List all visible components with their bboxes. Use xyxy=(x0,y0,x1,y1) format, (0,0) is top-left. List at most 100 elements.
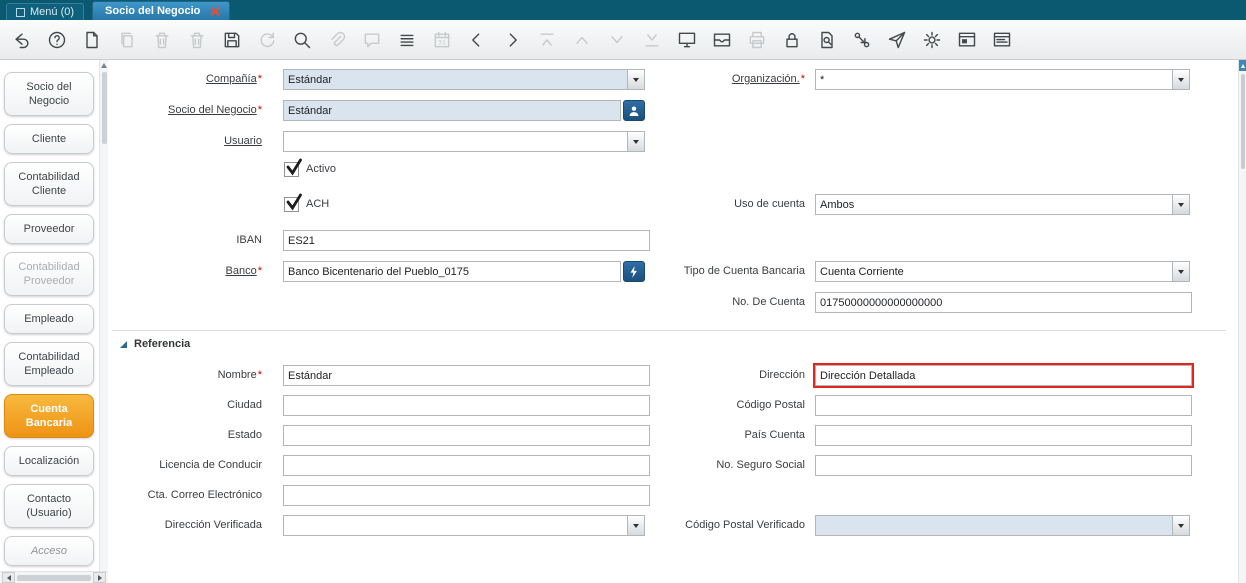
socio-del-negocio-input[interactable] xyxy=(283,100,621,121)
sidebar-tab-localizacion[interactable]: Localización xyxy=(4,446,94,476)
toolbar-workflow-button[interactable] xyxy=(850,28,874,52)
sidebar-tab-proveedor[interactable]: Proveedor xyxy=(4,214,94,244)
uso-de-cuenta-input[interactable] xyxy=(816,195,1172,214)
toolbar-private-lock-button[interactable] xyxy=(780,28,804,52)
socio-del-negocio-label[interactable]: Socio del Negocio* xyxy=(108,100,262,121)
sidebar-tab-contacto-usuario[interactable]: Contacto (Usuario) xyxy=(4,484,94,528)
referencia-section-header[interactable]: Referencia xyxy=(120,337,190,351)
sidebar-tab-contabilidad-cliente[interactable]: Contabilidad Cliente xyxy=(4,162,94,206)
toolbar-archive-button[interactable] xyxy=(710,28,734,52)
usuario-input[interactable] xyxy=(284,132,627,151)
toolbar-zoom-across-button[interactable] xyxy=(815,28,839,52)
toolbar-preferences-button[interactable] xyxy=(920,28,944,52)
sidebar-tab-label: Contabilidad Cliente xyxy=(18,171,79,197)
codigo-postal-verificado-combobox[interactable] xyxy=(815,515,1190,536)
toolbar-delete-selection-button[interactable] xyxy=(185,28,209,52)
toolbar-print-button[interactable] xyxy=(745,28,769,52)
chevron-down-icon[interactable] xyxy=(1172,516,1189,535)
window-scrollbar[interactable] xyxy=(1238,60,1246,583)
close-icon[interactable] xyxy=(209,6,220,17)
toolbar-quick-form-button[interactable] xyxy=(955,28,979,52)
help-icon xyxy=(47,30,67,50)
tipo-de-cuenta-bancaria-input[interactable] xyxy=(816,262,1172,281)
iban-input[interactable] xyxy=(283,230,650,251)
trash-icon xyxy=(152,30,172,50)
toolbar-new-record-button[interactable] xyxy=(80,28,104,52)
gear-icon xyxy=(922,30,942,50)
usuario-label[interactable]: Usuario xyxy=(108,131,262,152)
organizacion-label[interactable]: Organización.* xyxy=(555,69,805,90)
scroll-left-button[interactable] xyxy=(2,572,15,583)
uso-de-cuenta-combobox[interactable] xyxy=(815,194,1190,215)
refresh-icon xyxy=(257,30,277,50)
scrollbar-thumb[interactable] xyxy=(102,72,107,144)
required-mark: * xyxy=(801,73,805,85)
scrollbar-thumb[interactable] xyxy=(17,575,91,581)
scroll-up-button[interactable] xyxy=(1239,60,1246,71)
toolbar-report-button[interactable] xyxy=(675,28,699,52)
scroll-up-icon[interactable] xyxy=(101,63,107,68)
toolbar-previous-record-button[interactable] xyxy=(465,28,489,52)
compania-label[interactable]: Compañía* xyxy=(108,69,262,90)
sidebar-tab-cuenta-bancaria[interactable]: Cuenta Bancaria xyxy=(4,394,94,438)
toolbar-grid-toggle-button[interactable] xyxy=(395,28,419,52)
required-mark: * xyxy=(258,369,262,381)
banco-label[interactable]: Banco* xyxy=(108,261,262,282)
toolbar-first-record-button[interactable] xyxy=(535,28,559,52)
organizacion-input[interactable] xyxy=(816,70,1172,89)
toolbar-save-button[interactable] xyxy=(220,28,244,52)
toolbar-attachment-button[interactable] xyxy=(325,28,349,52)
lock-icon xyxy=(782,30,802,50)
toolbar-check-requests-button[interactable] xyxy=(885,28,909,52)
direccion-input[interactable] xyxy=(815,365,1192,386)
chevron-down-icon[interactable] xyxy=(1172,262,1189,281)
codigo-postal-verificado-input[interactable] xyxy=(816,516,1172,535)
pais-cuenta-field xyxy=(815,425,1192,446)
scrollbar-thumb[interactable] xyxy=(1241,74,1245,169)
usuario-combobox[interactable] xyxy=(283,131,645,152)
toolbar-calendar-button[interactable] xyxy=(430,28,454,52)
chevron-down-icon[interactable] xyxy=(627,132,644,151)
sidebar-tab-acceso[interactable]: Acceso xyxy=(4,536,94,566)
chevron-down-icon[interactable] xyxy=(1172,70,1189,89)
activo-checkbox[interactable] xyxy=(284,162,299,177)
sidebar-tab-contabilidad-proveedor[interactable]: Contabilidad Proveedor xyxy=(4,252,94,296)
scroll-right-button[interactable] xyxy=(93,572,106,583)
codigo-postal-input[interactable] xyxy=(815,395,1192,416)
ach-checkbox[interactable] xyxy=(284,197,299,212)
toolbar-delete-record-button[interactable] xyxy=(150,28,174,52)
toolbar-refresh-button[interactable] xyxy=(255,28,279,52)
toolbar-undo-button[interactable] xyxy=(10,28,34,52)
toolbar-find-button[interactable] xyxy=(290,28,314,52)
tipo-de-cuenta-bancaria-combobox[interactable] xyxy=(815,261,1190,282)
no-de-cuenta-input[interactable] xyxy=(815,292,1192,313)
collapse-icon[interactable] xyxy=(120,341,127,348)
sidebar-horizontal-scrollbar[interactable] xyxy=(0,571,108,583)
business-partner-info-button[interactable] xyxy=(623,100,645,121)
calendar-icon xyxy=(432,30,452,50)
toolbar-log-button[interactable] xyxy=(990,28,1014,52)
pais-cuenta-input[interactable] xyxy=(815,425,1192,446)
tab-menu[interactable]: Menú (0) xyxy=(6,3,84,20)
sidebar-scrollbar[interactable] xyxy=(99,60,108,571)
iban-field xyxy=(283,230,650,251)
toolbar-chat-button[interactable] xyxy=(360,28,384,52)
window-icon xyxy=(957,30,977,50)
ciudad-label: Ciudad xyxy=(108,395,262,416)
toolbar-copy-record-button[interactable] xyxy=(115,28,139,52)
sidebar-tab-empleado[interactable]: Empleado xyxy=(4,304,94,334)
toolbar-last-record-button[interactable] xyxy=(640,28,664,52)
sidebar-tab-socio-del-negocio[interactable]: Socio del Negocio xyxy=(4,72,94,116)
no-seguro-social-input[interactable] xyxy=(815,455,1192,476)
toolbar-next-record-button[interactable] xyxy=(500,28,524,52)
toolbar-help-button[interactable] xyxy=(45,28,69,52)
sidebar-tab-cliente[interactable]: Cliente xyxy=(4,124,94,154)
chevron-right-icon xyxy=(502,30,522,50)
organizacion-combobox[interactable] xyxy=(815,69,1190,90)
toolbar-detail-record-button[interactable] xyxy=(605,28,629,52)
chevron-down-icon[interactable] xyxy=(1172,195,1189,214)
tab-socio-del-negocio[interactable]: Socio del Negocio xyxy=(92,1,230,20)
cta-correo-electronico-input[interactable] xyxy=(283,485,650,506)
toolbar-parent-record-button[interactable] xyxy=(570,28,594,52)
sidebar-tab-contabilidad-empleado[interactable]: Contabilidad Empleado xyxy=(4,342,94,386)
